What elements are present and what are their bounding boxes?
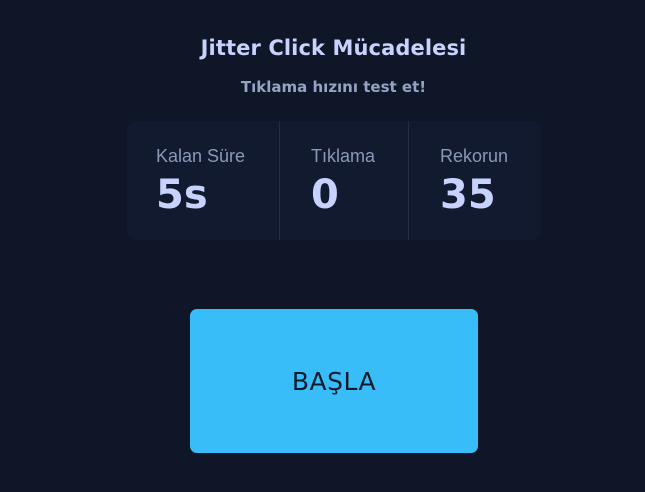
start-button[interactable]: BAŞLA (190, 309, 478, 453)
stat-record-label: Rekorun (440, 146, 509, 166)
page-title: Jitter Click Mücadelesi (200, 36, 467, 60)
stat-record-value: 35 (440, 172, 496, 218)
stat-time-left: Kalan Süre 5s (127, 121, 279, 240)
stat-time-left-value: 5s (156, 172, 208, 218)
stat-clicks-label: Tıklama (311, 146, 376, 166)
app-root: Jitter Click Mücadelesi Tıklama hızını t… (0, 0, 645, 492)
stats-panel: Kalan Süre 5s Tıklama 0 Rekorun 35 (127, 121, 541, 240)
stat-time-left-label: Kalan Süre (156, 146, 246, 166)
stat-clicks: Tıklama 0 (279, 121, 408, 240)
page-subtitle: Tıklama hızını test et! (240, 78, 427, 96)
stat-record: Rekorun 35 (408, 121, 541, 240)
stat-clicks-value: 0 (311, 172, 339, 218)
